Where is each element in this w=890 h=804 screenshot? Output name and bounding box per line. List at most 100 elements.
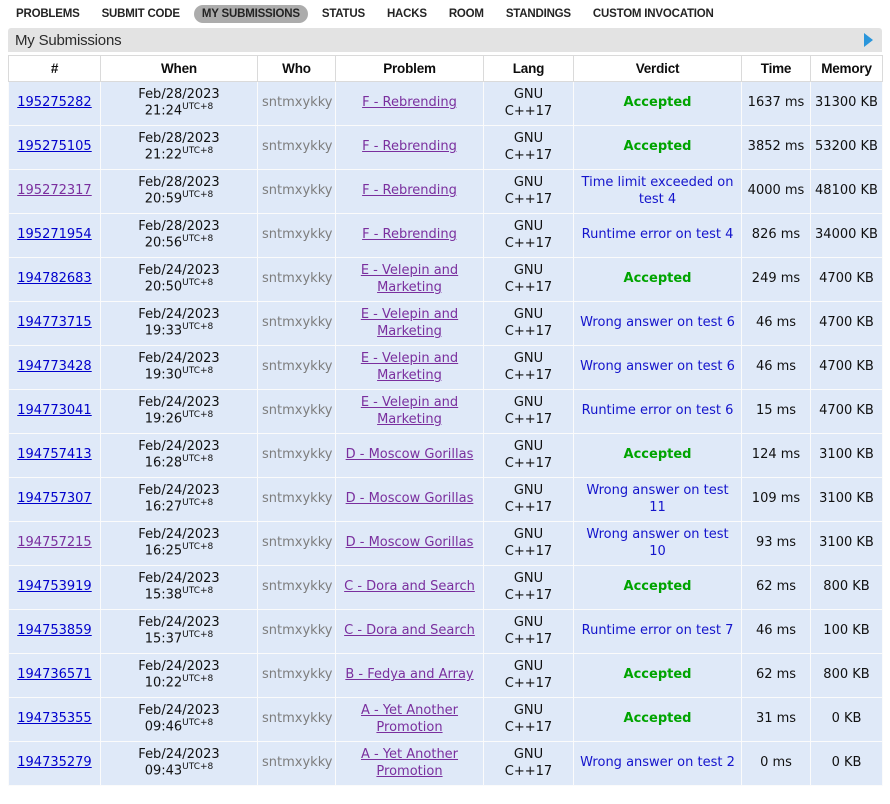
submission-id-link[interactable]: 194757413 bbox=[17, 447, 91, 462]
submission-who-cell: sntmxykky bbox=[258, 214, 336, 258]
submission-id-link[interactable]: 194773041 bbox=[17, 403, 91, 418]
column-header-when: When bbox=[101, 56, 258, 82]
memory-used: 48100 KB bbox=[815, 183, 878, 198]
submission-id-link[interactable]: 195275105 bbox=[17, 139, 91, 154]
problem-link[interactable]: E - Velepin and Marketing bbox=[361, 307, 458, 339]
submission-id-cell: 194736571 bbox=[9, 654, 101, 698]
problem-link[interactable]: D - Moscow Gorillas bbox=[346, 491, 474, 506]
submission-id-cell: 194773715 bbox=[9, 302, 101, 346]
submission-lang-cell: GNU C++17 bbox=[484, 302, 574, 346]
submission-memory-cell: 48100 KB bbox=[811, 170, 883, 214]
submission-verdict-cell: Accepted bbox=[574, 654, 742, 698]
submission-id-link[interactable]: 195271954 bbox=[17, 227, 91, 242]
problem-link[interactable]: D - Moscow Gorillas bbox=[346, 447, 474, 462]
execution-time: 124 ms bbox=[752, 447, 800, 462]
problem-link[interactable]: C - Dora and Search bbox=[344, 579, 475, 594]
problem-link[interactable]: E - Velepin and Marketing bbox=[361, 351, 458, 383]
problem-link[interactable]: F - Rebrending bbox=[362, 227, 457, 242]
submission-verdict-cell: Accepted bbox=[574, 434, 742, 478]
timezone-label: UTC+8 bbox=[182, 630, 213, 640]
execution-time: 62 ms bbox=[756, 579, 796, 594]
problem-link[interactable]: E - Velepin and Marketing bbox=[361, 395, 458, 427]
submission-who-cell: sntmxykky bbox=[258, 478, 336, 522]
submission-when-cell: Feb/24/2023 16:28UTC+8 bbox=[101, 434, 258, 478]
nav-item-problems[interactable]: PROBLEMS bbox=[8, 5, 88, 23]
nav-item-status[interactable]: STATUS bbox=[314, 5, 373, 23]
username: sntmxykky bbox=[262, 491, 332, 506]
submission-row: 194735355Feb/24/2023 09:46UTC+8sntmxykky… bbox=[9, 698, 883, 742]
timezone-label: UTC+8 bbox=[182, 410, 213, 420]
submission-problem-cell: E - Velepin and Marketing bbox=[336, 346, 484, 390]
nav-item-my-submissions[interactable]: MY SUBMISSIONS bbox=[194, 5, 308, 23]
submission-id-cell: 194757215 bbox=[9, 522, 101, 566]
nav-item-custom-invocation[interactable]: CUSTOM INVOCATION bbox=[585, 5, 722, 23]
username: sntmxykky bbox=[262, 183, 332, 198]
submission-time-cell: 46 ms bbox=[742, 610, 811, 654]
submission-memory-cell: 53200 KB bbox=[811, 126, 883, 170]
submission-id-link[interactable]: 194753919 bbox=[17, 579, 91, 594]
submission-id-link[interactable]: 194736571 bbox=[17, 667, 91, 682]
submission-lang-cell: GNU C++17 bbox=[484, 258, 574, 302]
execution-time: 46 ms bbox=[756, 623, 796, 638]
nav-item-standings[interactable]: STANDINGS bbox=[498, 5, 579, 23]
submission-verdict-cell: Time limit exceeded on test 4 bbox=[574, 170, 742, 214]
timezone-label: UTC+8 bbox=[182, 586, 213, 596]
username: sntmxykky bbox=[262, 271, 332, 286]
memory-used: 800 KB bbox=[823, 667, 869, 682]
submission-problem-cell: A - Yet Another Promotion bbox=[336, 698, 484, 742]
timezone-label: UTC+8 bbox=[182, 454, 213, 464]
nav-item-hacks[interactable]: HACKS bbox=[379, 5, 435, 23]
execution-time: 4000 ms bbox=[748, 183, 805, 198]
problem-link[interactable]: A - Yet Another Promotion bbox=[361, 703, 458, 735]
submission-id-link[interactable]: 194773428 bbox=[17, 359, 91, 374]
memory-used: 3100 KB bbox=[819, 491, 874, 506]
submission-memory-cell: 100 KB bbox=[811, 610, 883, 654]
submission-memory-cell: 3100 KB bbox=[811, 478, 883, 522]
problem-link[interactable]: A - Yet Another Promotion bbox=[361, 747, 458, 779]
submission-id-link[interactable]: 194757215 bbox=[17, 535, 91, 550]
problem-link[interactable]: B - Fedya and Array bbox=[345, 667, 473, 682]
nav-item-submit-code[interactable]: SUBMIT CODE bbox=[94, 5, 188, 23]
verdict-accepted: Accepted bbox=[624, 579, 692, 594]
submission-id-link[interactable]: 194782683 bbox=[17, 271, 91, 286]
submission-memory-cell: 3100 KB bbox=[811, 434, 883, 478]
memory-used: 800 KB bbox=[823, 579, 869, 594]
submission-lang-cell: GNU C++17 bbox=[484, 434, 574, 478]
problem-link[interactable]: C - Dora and Search bbox=[344, 623, 475, 638]
submission-id-cell: 194757307 bbox=[9, 478, 101, 522]
submission-id-cell: 195275105 bbox=[9, 126, 101, 170]
username: sntmxykky bbox=[262, 667, 332, 682]
language-label: GNU C++17 bbox=[505, 351, 552, 383]
submission-id-link[interactable]: 194735279 bbox=[17, 755, 91, 770]
submission-problem-cell: E - Velepin and Marketing bbox=[336, 302, 484, 346]
submissions-table: #WhenWhoProblemLangVerdictTimeMemory 195… bbox=[8, 55, 883, 786]
submission-row: 195272317Feb/28/2023 20:59UTC+8sntmxykky… bbox=[9, 170, 883, 214]
submission-id-link[interactable]: 194735355 bbox=[17, 711, 91, 726]
submission-id-link[interactable]: 194753859 bbox=[17, 623, 91, 638]
problem-link[interactable]: F - Rebrending bbox=[362, 183, 457, 198]
verdict-accepted: Accepted bbox=[624, 667, 692, 682]
username: sntmxykky bbox=[262, 711, 332, 726]
submission-who-cell: sntmxykky bbox=[258, 82, 336, 126]
submission-problem-cell: C - Dora and Search bbox=[336, 610, 484, 654]
submission-id-link[interactable]: 194773715 bbox=[17, 315, 91, 330]
problem-link[interactable]: D - Moscow Gorillas bbox=[346, 535, 474, 550]
problem-link[interactable]: E - Velepin and Marketing bbox=[361, 263, 458, 295]
submission-problem-cell: F - Rebrending bbox=[336, 170, 484, 214]
username: sntmxykky bbox=[262, 227, 332, 242]
submission-id-link[interactable]: 195275282 bbox=[17, 95, 91, 110]
submission-when-cell: Feb/24/2023 16:27UTC+8 bbox=[101, 478, 258, 522]
nav-item-room[interactable]: ROOM bbox=[441, 5, 492, 23]
verdict-rejected: Wrong answer on test 6 bbox=[580, 359, 735, 374]
verdict-rejected: Wrong answer on test 11 bbox=[586, 483, 728, 515]
column-header-problem: Problem bbox=[336, 56, 484, 82]
submission-who-cell: sntmxykky bbox=[258, 126, 336, 170]
username: sntmxykky bbox=[262, 755, 332, 770]
submission-id-cell: 194753919 bbox=[9, 566, 101, 610]
submission-when-cell: Feb/24/2023 20:50UTC+8 bbox=[101, 258, 258, 302]
problem-link[interactable]: F - Rebrending bbox=[362, 95, 457, 110]
submission-id-link[interactable]: 195272317 bbox=[17, 183, 91, 198]
problem-link[interactable]: F - Rebrending bbox=[362, 139, 457, 154]
collapse-panel-arrow-icon[interactable] bbox=[864, 33, 873, 47]
submission-id-link[interactable]: 194757307 bbox=[17, 491, 91, 506]
